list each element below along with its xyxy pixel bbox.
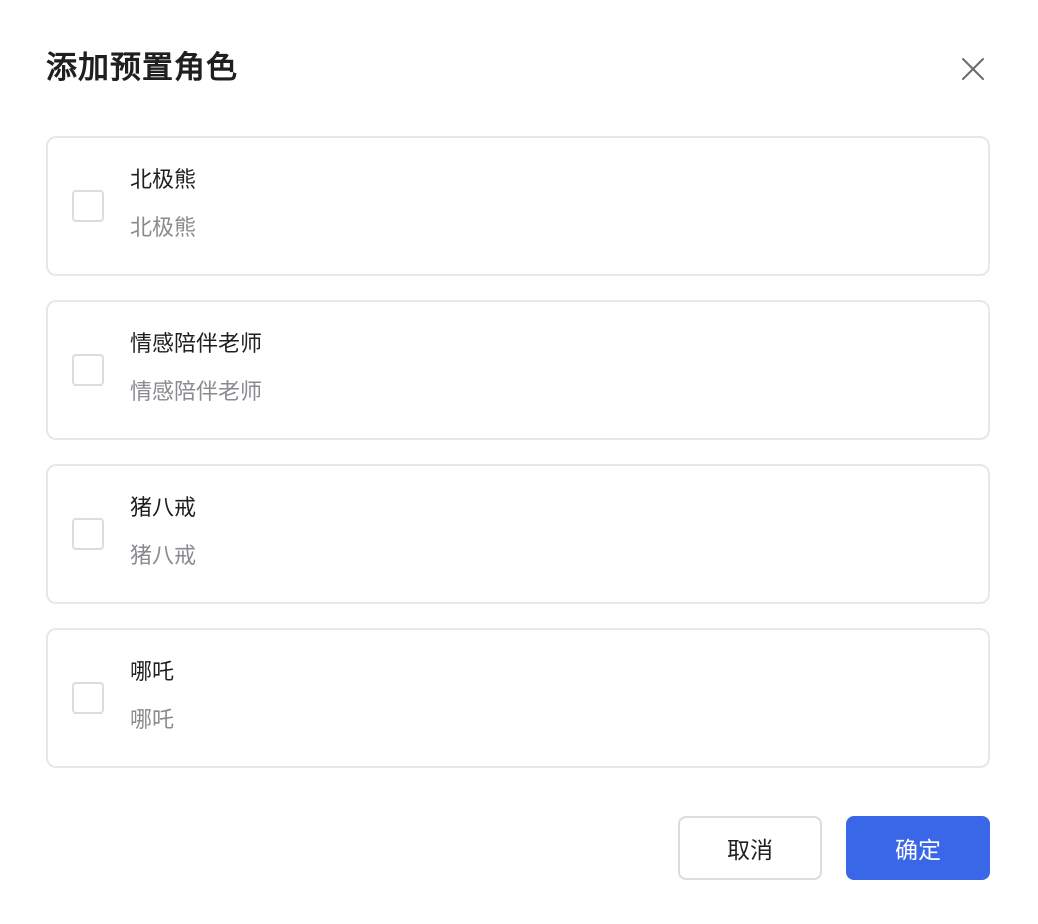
- role-name: 猪八戒: [130, 496, 197, 521]
- dialog-title: 添加预置角色: [46, 50, 238, 86]
- role-description: 猪八戒: [130, 544, 197, 569]
- role-description: 情感陪伴老师: [130, 380, 263, 405]
- role-name: 哪吒: [130, 660, 175, 685]
- add-preset-role-dialog: 添加预置角色 北极熊 北极熊 情感陪伴老师 情感陪伴老师 猪八戒 猪八戒 哪吒 …: [0, 0, 1038, 924]
- role-checkbox[interactable]: [72, 354, 104, 386]
- role-checkbox[interactable]: [72, 518, 104, 550]
- close-button[interactable]: [958, 54, 988, 84]
- role-name: 情感陪伴老师: [130, 332, 263, 357]
- role-description: 北极熊: [130, 216, 197, 241]
- role-option-ne-zha[interactable]: 哪吒 哪吒: [46, 628, 990, 768]
- confirm-button[interactable]: 确定: [846, 816, 990, 880]
- cancel-button[interactable]: 取消: [678, 816, 822, 880]
- role-name: 北极熊: [130, 168, 197, 193]
- role-list: 北极熊 北极熊 情感陪伴老师 情感陪伴老师 猪八戒 猪八戒 哪吒 哪吒: [46, 136, 990, 792]
- close-icon: [962, 58, 984, 80]
- role-checkbox[interactable]: [72, 682, 104, 714]
- role-description: 哪吒: [130, 708, 175, 733]
- role-option-zhu-ba-jie[interactable]: 猪八戒 猪八戒: [46, 464, 990, 604]
- role-option-emotional-teacher[interactable]: 情感陪伴老师 情感陪伴老师: [46, 300, 990, 440]
- role-checkbox[interactable]: [72, 190, 104, 222]
- role-option-bei-ji-xiong[interactable]: 北极熊 北极熊: [46, 136, 990, 276]
